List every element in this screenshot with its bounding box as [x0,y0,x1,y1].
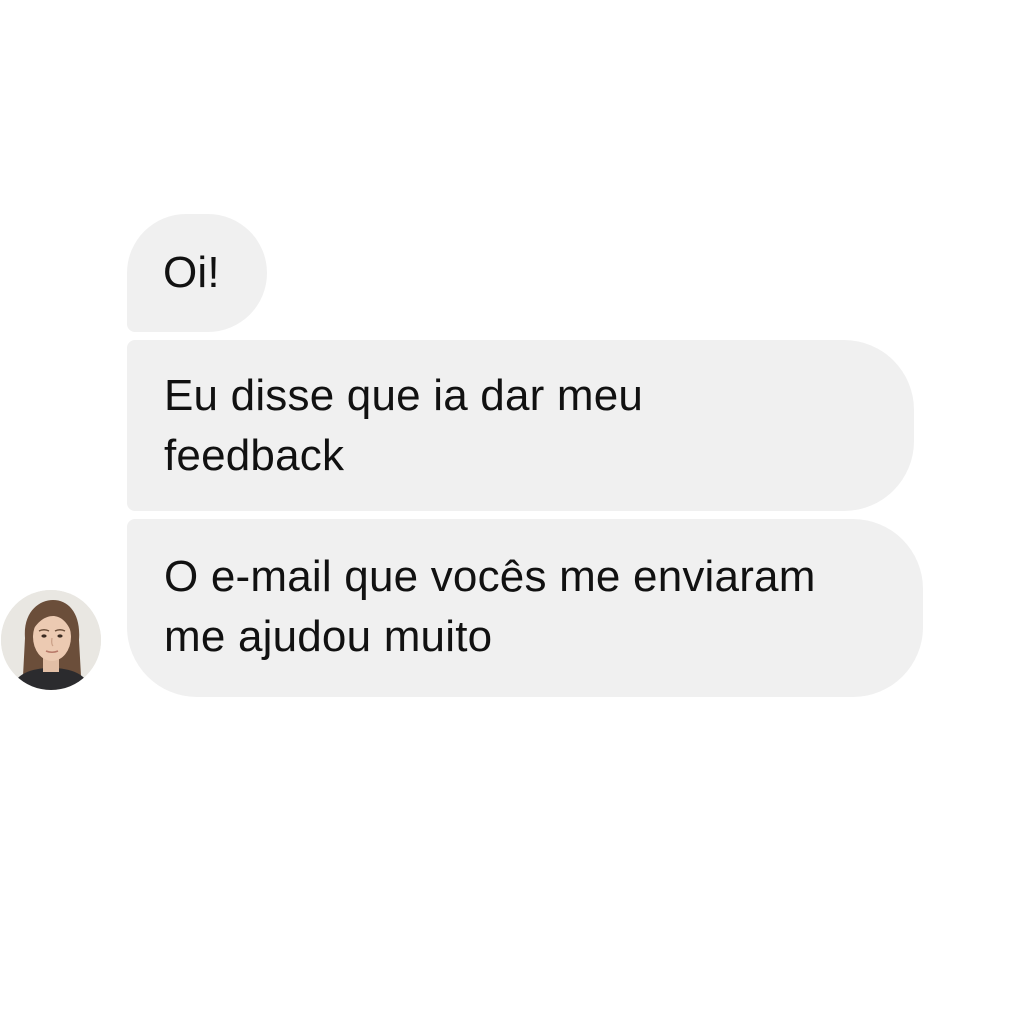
message-bubble[interactable]: Eu disse que ia dar meu feedback [127,340,914,511]
message-text: Oi! [163,248,220,297]
person-icon [1,590,101,690]
message-text: Eu disse que ia dar meu feedback [164,371,644,480]
message-text: O e-mail que vocês me enviaram me ajudou… [164,552,816,661]
message-thread: Oi! Eu disse que ia dar meu feedback O e… [0,0,1024,1024]
message-bubble[interactable]: O e-mail que vocês me enviaram me ajudou… [127,519,923,697]
avatar[interactable] [1,590,101,690]
message-bubble[interactable]: Oi! [127,214,267,332]
